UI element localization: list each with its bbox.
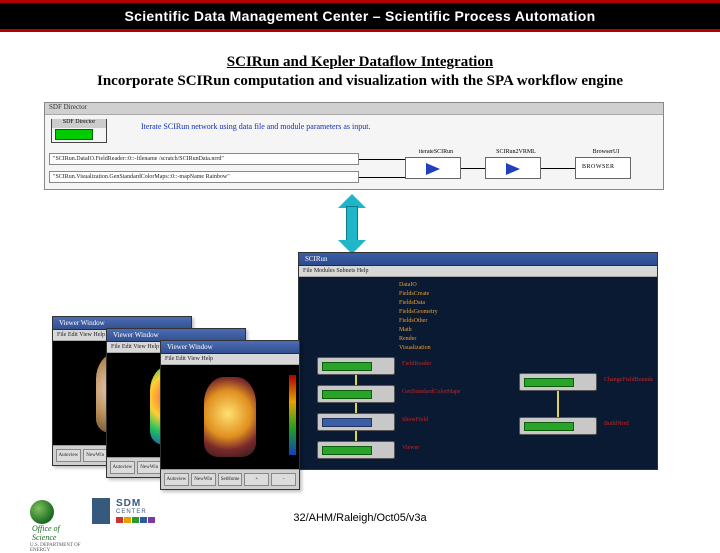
param-row-2: "SCIRun.Visualization.GenStandardColorMa…	[49, 171, 359, 183]
director-label: SDF Director	[52, 119, 106, 128]
office-line1: Office of	[32, 524, 60, 533]
module-label: GenStandardColorMaps	[402, 389, 460, 395]
actor-iterate-scirun: iterateSCIRun	[405, 157, 461, 179]
scirun-module: BuildNrrd	[519, 417, 597, 435]
pipe	[355, 375, 357, 385]
category-list: DataIO FieldsCreate FieldsData FieldsGeo…	[399, 281, 438, 353]
cat-item: Math	[399, 326, 438, 335]
actor-browser: BrowserUI BROWSER	[575, 157, 631, 179]
sdm-text: SDM	[116, 498, 155, 509]
viewer-button[interactable]: NewWin	[191, 473, 216, 486]
kepler-window: SDF Director SDF Director Iterate SCIRun…	[44, 102, 664, 190]
cat-item: DataIO	[399, 281, 438, 290]
module-label: Viewer	[402, 445, 419, 451]
play-icon	[506, 163, 520, 175]
cat-item: Visualization	[399, 344, 438, 353]
viewer-button[interactable]: Autoview	[110, 461, 135, 474]
slide-header: Scientific Data Management Center – Scie…	[0, 0, 720, 32]
scirun-window: SCIRun File Modules Subnets Help DataIO …	[298, 252, 658, 470]
viewer-button[interactable]: NewWin	[83, 449, 108, 462]
viewer-button[interactable]: Autoview	[56, 449, 81, 462]
render-area	[161, 365, 299, 469]
viewer-window-3: Viewer Window File Edit View Help Autovi…	[160, 340, 300, 490]
viewer-button[interactable]: SetHome	[218, 473, 243, 486]
pipe	[355, 431, 357, 441]
actor-label: BrowserUI	[570, 149, 642, 155]
kepler-canvas: SDF Director Iterate SCIRun network usin…	[45, 115, 663, 189]
director-actor: SDF Director	[51, 119, 107, 143]
viewer-button[interactable]: -	[271, 473, 296, 486]
wire	[359, 159, 405, 160]
scirun-menubar: File Modules Subnets Help	[299, 266, 657, 277]
slide-subtitle: Incorporate SCIRun computation and visua…	[40, 73, 680, 90]
module-label: ChangeFieldBounds	[604, 377, 653, 383]
scirun-module: GenStandardColorMaps	[317, 385, 395, 403]
wire	[359, 177, 405, 178]
slide-number: 32/AHM/Raleigh/Oct05/v3a	[0, 512, 720, 524]
actor-scirun2vrml: SCIRun2VRML	[485, 157, 541, 179]
param-row-1: "SCIRun.DataIO.FieldReader::0::-filename…	[49, 153, 359, 165]
kepler-info: Iterate SCIRun network using data file a…	[141, 122, 371, 131]
pipe	[355, 403, 357, 413]
actor-label: iterateSCIRun	[400, 149, 472, 155]
header-title: Scientific Data Management Center – Scie…	[125, 8, 596, 24]
content-area: SDF Director SDF Director Iterate SCIRun…	[0, 102, 720, 482]
kepler-titlebar: SDF Director	[45, 103, 663, 115]
scirun-module: ChangeFieldBounds	[519, 373, 597, 391]
viewer-titlebar: Viewer Window	[161, 341, 299, 354]
module-label: ShowField	[402, 417, 428, 423]
cat-item: FieldsCreate	[399, 290, 438, 299]
module-label: BuildNrrd	[604, 421, 629, 427]
scirun-module: FieldReader	[317, 357, 395, 375]
scirun-canvas: DataIO FieldsCreate FieldsData FieldsGeo…	[299, 277, 657, 469]
director-green-icon	[55, 129, 93, 140]
cat-item: FieldsGeometry	[399, 308, 438, 317]
module-label: FieldReader	[402, 361, 431, 367]
office-line2: Science	[32, 533, 56, 542]
viewer-button-row: Autoview NewWin SetHome + -	[161, 469, 299, 489]
pipe	[557, 391, 559, 417]
title-block: SCIRun and Kepler Dataflow Integration I…	[0, 54, 720, 90]
cat-item: Render	[399, 335, 438, 344]
scirun-module: ShowField	[317, 413, 395, 431]
torso-render	[204, 377, 256, 457]
wire	[541, 168, 575, 169]
viewer-menubar: File Edit View Help	[161, 354, 299, 365]
scirun-titlebar: SCIRun	[299, 253, 657, 266]
wire	[461, 168, 485, 169]
play-icon	[426, 163, 440, 175]
office-sub: U.S. DEPARTMENT OF ENERGY	[30, 543, 86, 553]
double-arrow-icon	[340, 196, 364, 252]
viewer-button[interactable]: +	[244, 473, 269, 486]
slide-title: SCIRun and Kepler Dataflow Integration	[40, 54, 680, 71]
scirun-module: Viewer	[317, 441, 395, 459]
color-legend-icon	[289, 375, 296, 455]
cat-item: FieldsData	[399, 299, 438, 308]
browser-text: BROWSER	[582, 164, 615, 170]
cat-item: FieldsOther	[399, 317, 438, 326]
actor-label: SCIRun2VRML	[480, 149, 552, 155]
viewer-button[interactable]: Autoview	[164, 473, 189, 486]
viewer-button[interactable]: NewWin	[137, 461, 162, 474]
